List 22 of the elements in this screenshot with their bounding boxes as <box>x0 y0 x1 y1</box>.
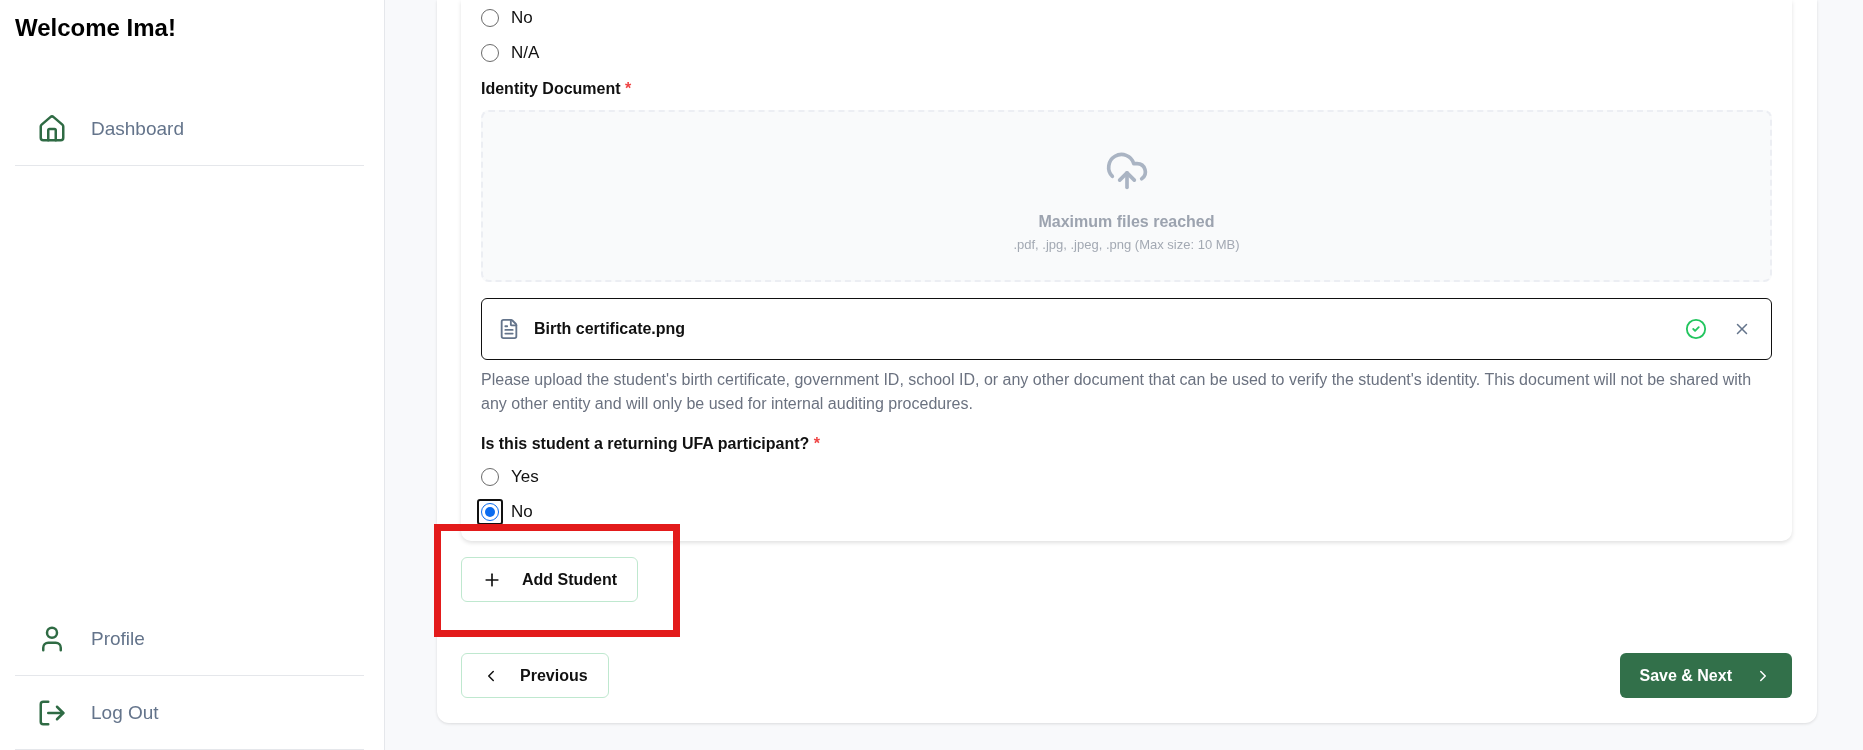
dropzone-hint: .pdf, .jpg, .jpeg, .png (Max size: 10 MB) <box>1013 236 1240 252</box>
field-label: Identity Document * <box>481 80 633 98</box>
radio-label: Yes <box>511 466 539 487</box>
home-icon <box>37 113 67 144</box>
dropzone-title: Maximum files reached <box>1038 212 1215 231</box>
save-next-button[interactable]: Save & Next <box>1619 653 1792 698</box>
previous-button[interactable]: Previous <box>461 653 609 698</box>
file-name: Birth certificate.png <box>534 320 687 338</box>
radio-button[interactable] <box>481 8 499 27</box>
welcome-heading: Welcome Ima! <box>15 14 177 42</box>
radio-button[interactable] <box>481 43 499 62</box>
radio-label: N/A <box>511 42 540 63</box>
radio-label: No <box>511 501 533 522</box>
help-text: Please upload the student's birth certificate, government ID, school ID, or any other document that can be used to verify the student's identity. This document will not be shared with any other entity and will only be used for internal auditing procedures. <box>481 370 1753 414</box>
radio-button[interactable] <box>481 467 499 486</box>
file-icon <box>498 318 520 340</box>
radio-label: No <box>511 7 533 28</box>
add-student-button[interactable]: Add Student <box>461 557 639 602</box>
sidebar-item[interactable]: Log Out <box>15 676 364 750</box>
field-label: Is this student a returning UFA participant? * <box>481 435 821 453</box>
sidebar-item[interactable]: Profile <box>15 602 364 676</box>
sidebar-item[interactable]: Dashboard <box>15 92 364 166</box>
